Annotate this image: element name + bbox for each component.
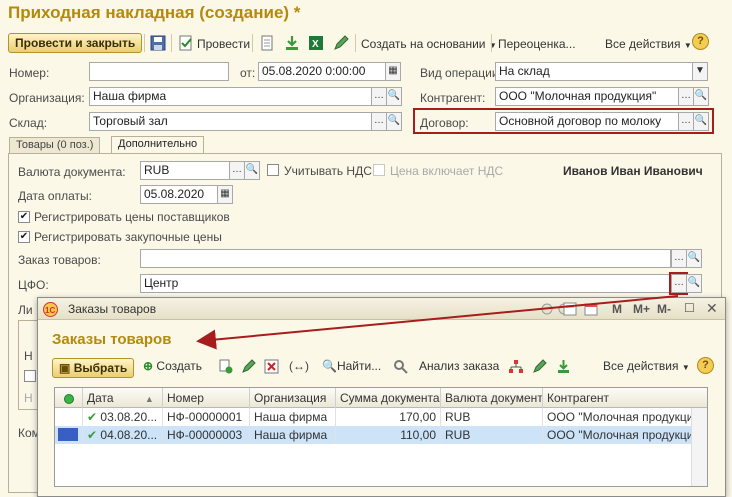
annotation-arrow bbox=[196, 295, 679, 350]
